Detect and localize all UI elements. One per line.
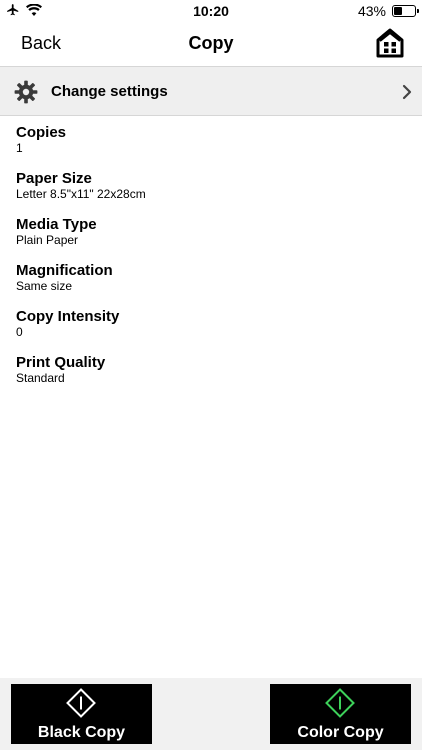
setting-value: Standard	[16, 371, 65, 385]
setting-copies: Copies 1	[16, 116, 406, 162]
setting-title: Magnification	[16, 262, 113, 279]
setting-value: Same size	[16, 279, 73, 293]
change-settings-label: Change settings	[51, 83, 168, 100]
setting-print-quality: Print Quality Standard	[16, 346, 406, 392]
setting-title: Paper Size	[16, 170, 92, 187]
battery-level	[394, 7, 403, 15]
change-settings-row[interactable]: Change settings	[0, 66, 422, 116]
setting-value: 1	[16, 141, 23, 155]
status-right: 43%	[357, 3, 419, 19]
start-diamond-icon	[325, 688, 355, 718]
black-copy-button[interactable]: Black Copy	[11, 684, 152, 744]
page-title: Copy	[188, 33, 234, 53]
black-copy-label: Black Copy	[37, 724, 126, 741]
copy-screen: 10:20 43% Back Copy Change settings Copi…	[0, 0, 422, 750]
status-bar: 10:20 43%	[0, 0, 422, 22]
setting-value: 0	[16, 325, 23, 339]
setting-title: Copies	[16, 124, 67, 141]
setting-title: Print Quality	[16, 354, 106, 371]
setting-value: Letter 8.5"x11" 22x28cm	[16, 187, 146, 201]
gear-icon	[14, 80, 38, 104]
setting-paper-size: Paper Size Letter 8.5"x11" 22x28cm	[16, 162, 406, 208]
setting-copy-intensity: Copy Intensity 0	[16, 300, 406, 346]
color-copy-button[interactable]: Color Copy	[270, 684, 411, 744]
start-diamond-icon	[66, 688, 96, 718]
battery-icon	[392, 5, 419, 17]
chevron-right-icon	[402, 84, 412, 100]
setting-media-type: Media Type Plain Paper	[16, 208, 406, 254]
home-icon[interactable]	[376, 28, 404, 58]
battery-percent: 43%	[357, 3, 386, 19]
setting-title: Media Type	[16, 216, 97, 233]
setting-magnification: Magnification Same size	[16, 254, 406, 300]
setting-title: Copy Intensity	[16, 308, 120, 325]
color-copy-label: Color Copy	[297, 724, 384, 741]
settings-summary-list: Copies 1 Paper Size Letter 8.5"x11" 22x2…	[16, 116, 406, 392]
setting-value: Plain Paper	[16, 233, 79, 247]
nav-bar: Back Copy	[0, 22, 422, 66]
bottom-action-bar: Black Copy Color Copy	[0, 678, 422, 750]
